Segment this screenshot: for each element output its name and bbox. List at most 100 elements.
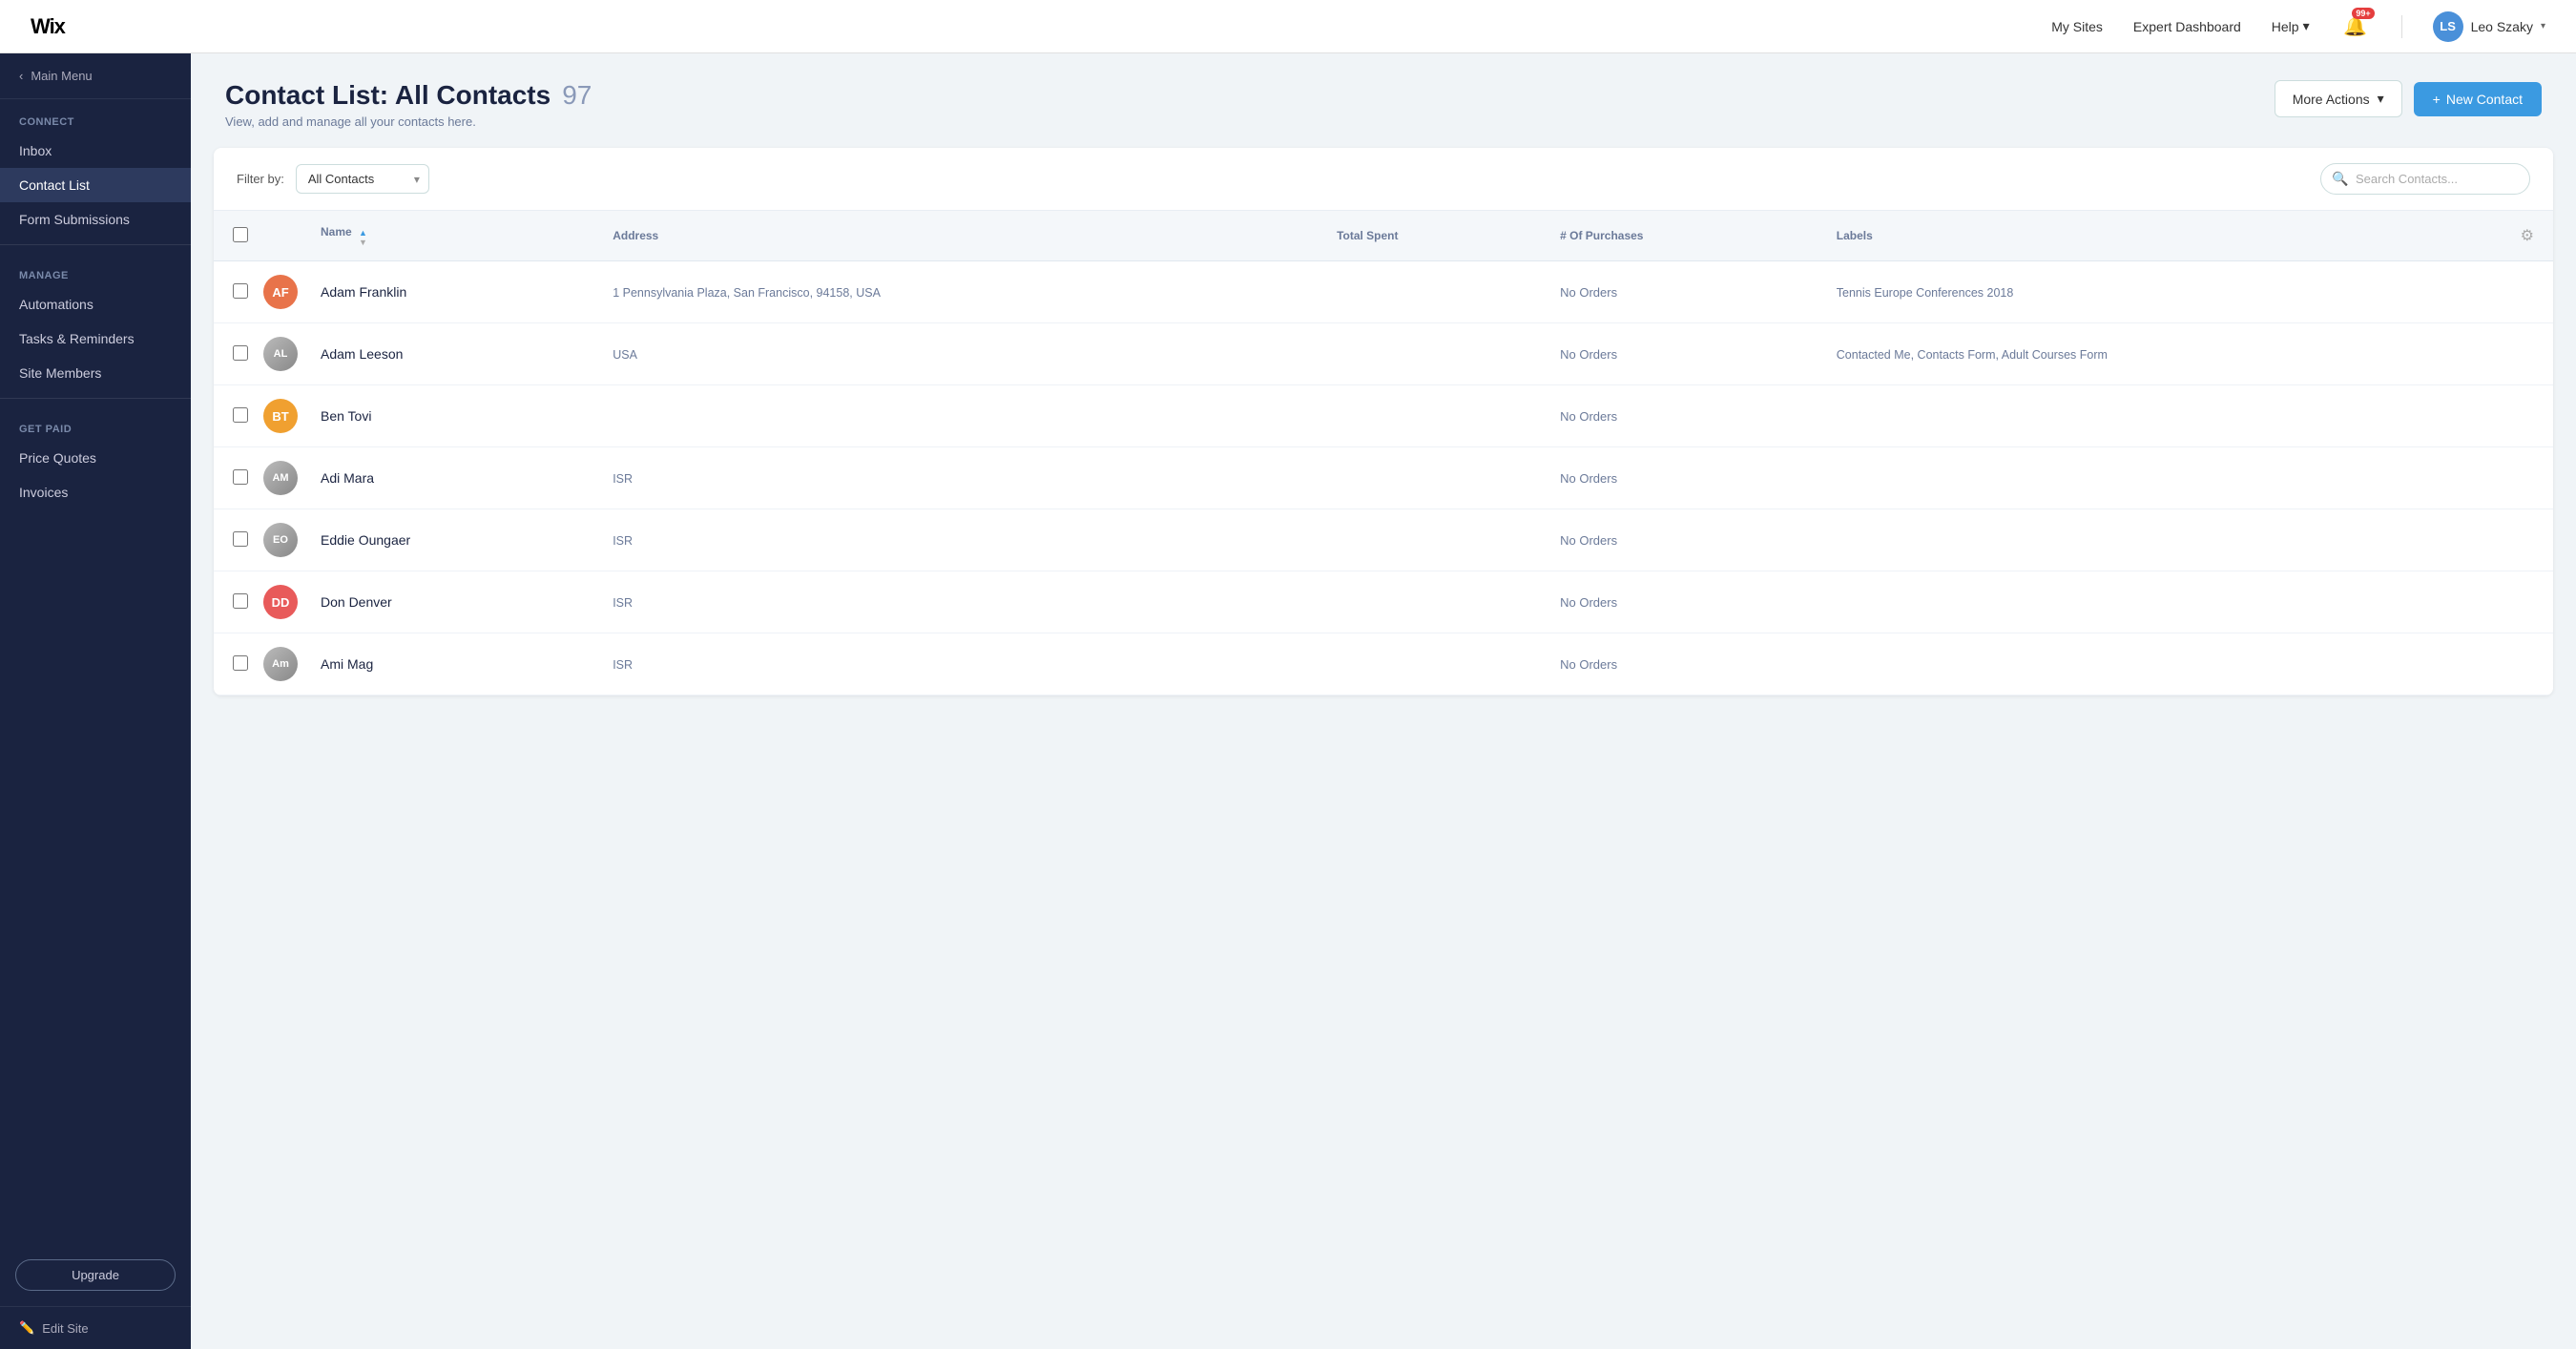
row-num-purchases-cell: No Orders [1545,633,1821,695]
contact-num-purchases: No Orders [1560,347,1617,362]
expert-dashboard-link[interactable]: Expert Dashboard [2133,19,2241,34]
row-checkbox[interactable] [233,345,248,361]
user-initials: LS [2440,19,2456,33]
row-checkbox[interactable] [233,283,248,299]
user-chevron-icon: ▾ [2541,21,2545,31]
row-address-cell [597,385,1321,447]
row-checkbox[interactable] [233,469,248,485]
new-contact-plus-icon: + [2433,92,2441,107]
sidebar-item-tasks-reminders[interactable]: Tasks & Reminders [0,322,191,356]
row-checkbox[interactable] [233,407,248,423]
notifications-button[interactable]: 🔔 99+ [2340,11,2371,42]
row-labels-cell [1821,447,2553,509]
row-name-cell[interactable]: Adi Mara [305,447,597,509]
row-labels-cell [1821,633,2553,695]
contact-address: ISR [613,534,633,548]
row-total-spent-cell [1321,571,1545,633]
row-avatar-cell: BT [256,385,305,447]
contact-avatar: AM [263,461,298,495]
sidebar-back-button[interactable]: ‹ Main Menu [0,53,191,99]
row-name-cell[interactable]: Don Denver [305,571,597,633]
row-checkbox-cell [214,571,256,633]
row-name-cell[interactable]: Adam Leeson [305,323,597,385]
row-checkbox-cell [214,323,256,385]
table-row: AL Adam LeesonUSANo OrdersContacted Me, … [214,323,2553,385]
filter-select-wrap: All Contacts [296,164,429,194]
row-labels-cell [1821,385,2553,447]
row-labels-cell [1821,571,2553,633]
user-menu-button[interactable]: LS Leo Szaky ▾ [2433,11,2545,42]
edit-site-button[interactable]: ✏️ Edit Site [0,1306,191,1349]
row-checkbox[interactable] [233,531,248,547]
th-num-purchases: # Of Purchases [1545,211,1821,261]
edit-site-label: Edit Site [42,1321,88,1336]
more-actions-button[interactable]: More Actions ▾ [2275,80,2402,117]
contact-avatar: DD [263,585,298,619]
row-avatar-cell: DD [256,571,305,633]
table-container: Filter by: All Contacts 🔍 [214,148,2553,695]
contact-num-purchases: No Orders [1560,409,1617,424]
th-name[interactable]: Name ▲ ▼ [305,211,597,261]
th-labels-label: Labels [1837,229,1873,242]
contact-address: ISR [613,658,633,672]
row-total-spent-cell [1321,509,1545,571]
contact-name: Eddie Oungaer [321,532,410,548]
table-header: Name ▲ ▼ Address Total Spent [214,211,2553,261]
select-all-checkbox[interactable] [233,227,248,242]
back-label: Main Menu [31,69,92,83]
filter-left: Filter by: All Contacts [237,164,429,194]
th-select-all[interactable] [214,211,256,261]
new-contact-label: New Contact [2446,92,2523,107]
site-members-label: Site Members [19,365,101,381]
sidebar-spacer [0,509,191,1244]
row-name-cell[interactable]: Ami Mag [305,633,597,695]
contact-address: ISR [613,472,633,486]
row-avatar-cell: AM [256,447,305,509]
th-labels: Labels ⚙ [1821,211,2553,260]
more-actions-label: More Actions [2293,92,2370,107]
contact-name: Ben Tovi [321,408,371,424]
row-address-cell: ISR [597,509,1321,571]
main-layout: ‹ Main Menu Connect Inbox Contact List F… [0,53,2576,1349]
sidebar-item-contact-list[interactable]: Contact List [0,168,191,202]
contacts-tbody: AF Adam Franklin1 Pennsylvania Plaza, Sa… [214,261,2553,695]
contact-name: Adam Leeson [321,346,403,362]
row-num-purchases-cell: No Orders [1545,261,1821,323]
search-input[interactable] [2320,163,2530,195]
contact-avatar: BT [263,399,298,433]
sidebar-item-form-submissions[interactable]: Form Submissions [0,202,191,237]
row-labels-cell: Tennis Europe Conferences 2018 [1821,261,2553,323]
sidebar-item-automations[interactable]: Automations [0,287,191,322]
contact-num-purchases: No Orders [1560,471,1617,486]
row-name-cell[interactable]: Eddie Oungaer [305,509,597,571]
sidebar-item-site-members[interactable]: Site Members [0,356,191,390]
sidebar-item-invoices[interactable]: Invoices [0,475,191,509]
new-contact-button[interactable]: + New Contact [2414,82,2542,116]
row-checkbox-cell [214,447,256,509]
contact-name: Adi Mara [321,470,374,486]
contact-name: Ami Mag [321,656,373,672]
table-settings-button[interactable]: ⚙ [2517,222,2538,249]
row-labels-cell: Contacted Me, Contacts Form, Adult Cours… [1821,323,2553,385]
edit-site-icon: ✏️ [19,1320,34,1336]
row-total-spent-cell [1321,633,1545,695]
th-address-label: Address [613,229,658,242]
contact-avatar: AL [263,337,298,371]
section-label-manage: Manage [0,253,191,287]
contact-labels: Tennis Europe Conferences 2018 [1837,286,2014,300]
sidebar-item-inbox[interactable]: Inbox [0,134,191,168]
form-submissions-label: Form Submissions [19,212,130,227]
sidebar-item-price-quotes[interactable]: Price Quotes [0,441,191,475]
contact-num-purchases: No Orders [1560,285,1617,300]
row-checkbox[interactable] [233,655,248,671]
help-link[interactable]: Help ▾ [2272,18,2310,34]
my-sites-link[interactable]: My Sites [2051,19,2103,34]
upgrade-button[interactable]: Upgrade [15,1259,176,1291]
automations-label: Automations [19,297,93,312]
filter-select[interactable]: All Contacts [296,164,429,194]
page-title-area: Contact List: All Contacts 97 View, add … [225,80,592,129]
row-name-cell[interactable]: Adam Franklin [305,261,597,323]
row-name-cell[interactable]: Ben Tovi [305,385,597,447]
search-wrap: 🔍 [2320,163,2530,195]
row-checkbox[interactable] [233,593,248,609]
